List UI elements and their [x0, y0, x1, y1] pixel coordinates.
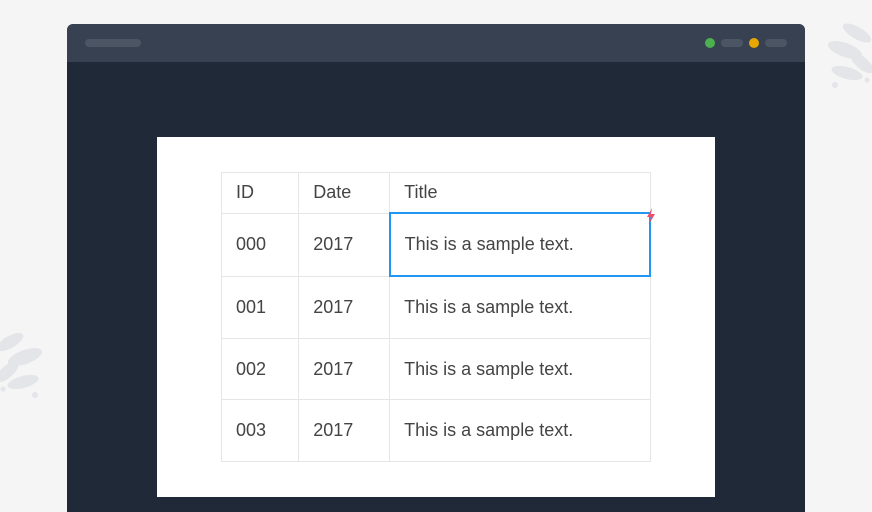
cell-id[interactable]: 000	[222, 213, 299, 276]
window-pill	[721, 39, 743, 47]
table-row[interactable]: 002 2017 This is a sample text.	[222, 338, 651, 400]
window-dot-green[interactable]	[705, 38, 715, 48]
header-id[interactable]: ID	[222, 173, 299, 214]
decorative-leaves-right	[817, 15, 872, 95]
decorative-leaves-left	[0, 327, 55, 407]
title-bar-placeholder	[85, 39, 141, 47]
cell-id[interactable]: 003	[222, 400, 299, 462]
window-pill	[765, 39, 787, 47]
cell-title-selected[interactable]: This is a sample text.	[390, 213, 650, 276]
cell-date[interactable]: 2017	[299, 338, 390, 400]
window-title-bar	[67, 24, 805, 62]
data-table[interactable]: ID Date Title 000 2017 This is a sample …	[221, 172, 651, 462]
cell-date[interactable]: 2017	[299, 213, 390, 276]
cell-title[interactable]: This is a sample text.	[390, 276, 650, 338]
window-controls	[705, 38, 787, 48]
window-dot-amber[interactable]	[749, 38, 759, 48]
bolt-icon	[645, 208, 657, 224]
cell-title[interactable]: This is a sample text.	[390, 338, 650, 400]
content-card: ID Date Title 000 2017 This is a sample …	[157, 137, 715, 497]
cell-id[interactable]: 001	[222, 276, 299, 338]
cell-date[interactable]: 2017	[299, 400, 390, 462]
table-row[interactable]: 000 2017 This is a sample text.	[222, 213, 651, 276]
table-row[interactable]: 003 2017 This is a sample text.	[222, 400, 651, 462]
cell-id[interactable]: 002	[222, 338, 299, 400]
content-area: ID Date Title 000 2017 This is a sample …	[67, 62, 805, 497]
table-row[interactable]: 001 2017 This is a sample text.	[222, 276, 651, 338]
cell-title[interactable]: This is a sample text.	[390, 400, 650, 462]
cell-text: This is a sample text.	[405, 234, 574, 254]
header-date[interactable]: Date	[299, 173, 390, 214]
cell-date[interactable]: 2017	[299, 276, 390, 338]
browser-window: ID Date Title 000 2017 This is a sample …	[67, 24, 805, 512]
table-header-row: ID Date Title	[222, 173, 651, 214]
header-title[interactable]: Title	[390, 173, 650, 214]
